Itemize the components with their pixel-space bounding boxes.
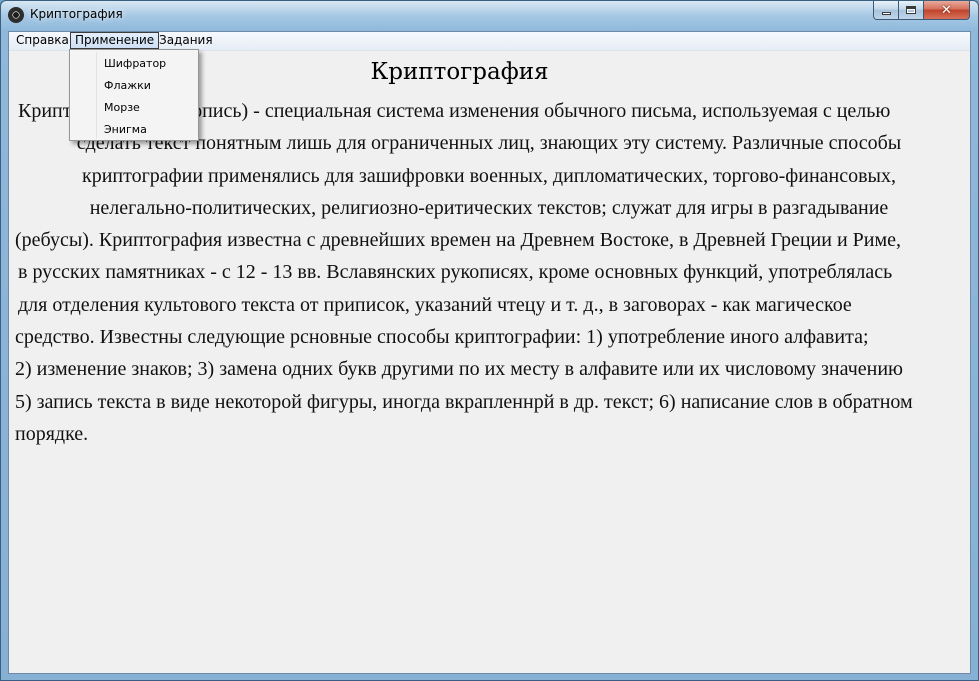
client-area: Справка Применение Задания Криптография … (8, 31, 971, 674)
text-line: порядке. (15, 422, 89, 445)
title-bar[interactable]: Криптография ✕ (1, 1, 978, 31)
menu-item-enigma[interactable]: Энигма (104, 123, 147, 136)
text-line: нелегально-политических, религиозно-ерит… (89, 196, 889, 219)
maximize-icon (906, 6, 916, 14)
menu-primenenie[interactable]: Применение (70, 32, 160, 49)
primenenie-dropdown-menu: Шифратор Флажки Морзе Энигма (69, 49, 199, 141)
maximize-button[interactable] (899, 1, 924, 20)
text-line: средство. Известны следующие рсновные сп… (15, 326, 869, 349)
text-line: (ребусы). Криптография известна с древне… (15, 229, 902, 252)
text-line: в русских памятниках - с 12 - 13 вв. Всл… (18, 261, 893, 284)
close-icon: ✕ (941, 2, 952, 18)
caption-buttons: ✕ (873, 1, 970, 21)
menu-item-shifrator[interactable]: Шифратор (104, 57, 166, 70)
menu-zadaniya[interactable]: Задания (154, 32, 218, 49)
menu-item-morze[interactable]: Морзе (104, 101, 140, 114)
app-icon[interactable] (8, 7, 24, 23)
close-button[interactable]: ✕ (924, 1, 970, 20)
window-title: Криптография (30, 7, 123, 21)
text-line: для отделения культового текста от припи… (18, 293, 852, 316)
menu-spravka[interactable]: Справка (11, 32, 74, 49)
text-line: 5) запись текста в виде некоторой фигуры… (15, 390, 913, 413)
menu-item-flazhki[interactable]: Флажки (104, 79, 151, 92)
minimize-button[interactable] (873, 1, 899, 20)
article-text: Криптография (тайнопись) - специальная с… (15, 95, 963, 450)
text-line: 2) изменение знаков; 3) замена одних бук… (15, 358, 903, 381)
app-window: Криптография ✕ Справка Применение Задани… (0, 0, 979, 681)
text-line: криптографии применялись для зашифровки … (82, 164, 896, 187)
minimize-icon (881, 11, 891, 15)
